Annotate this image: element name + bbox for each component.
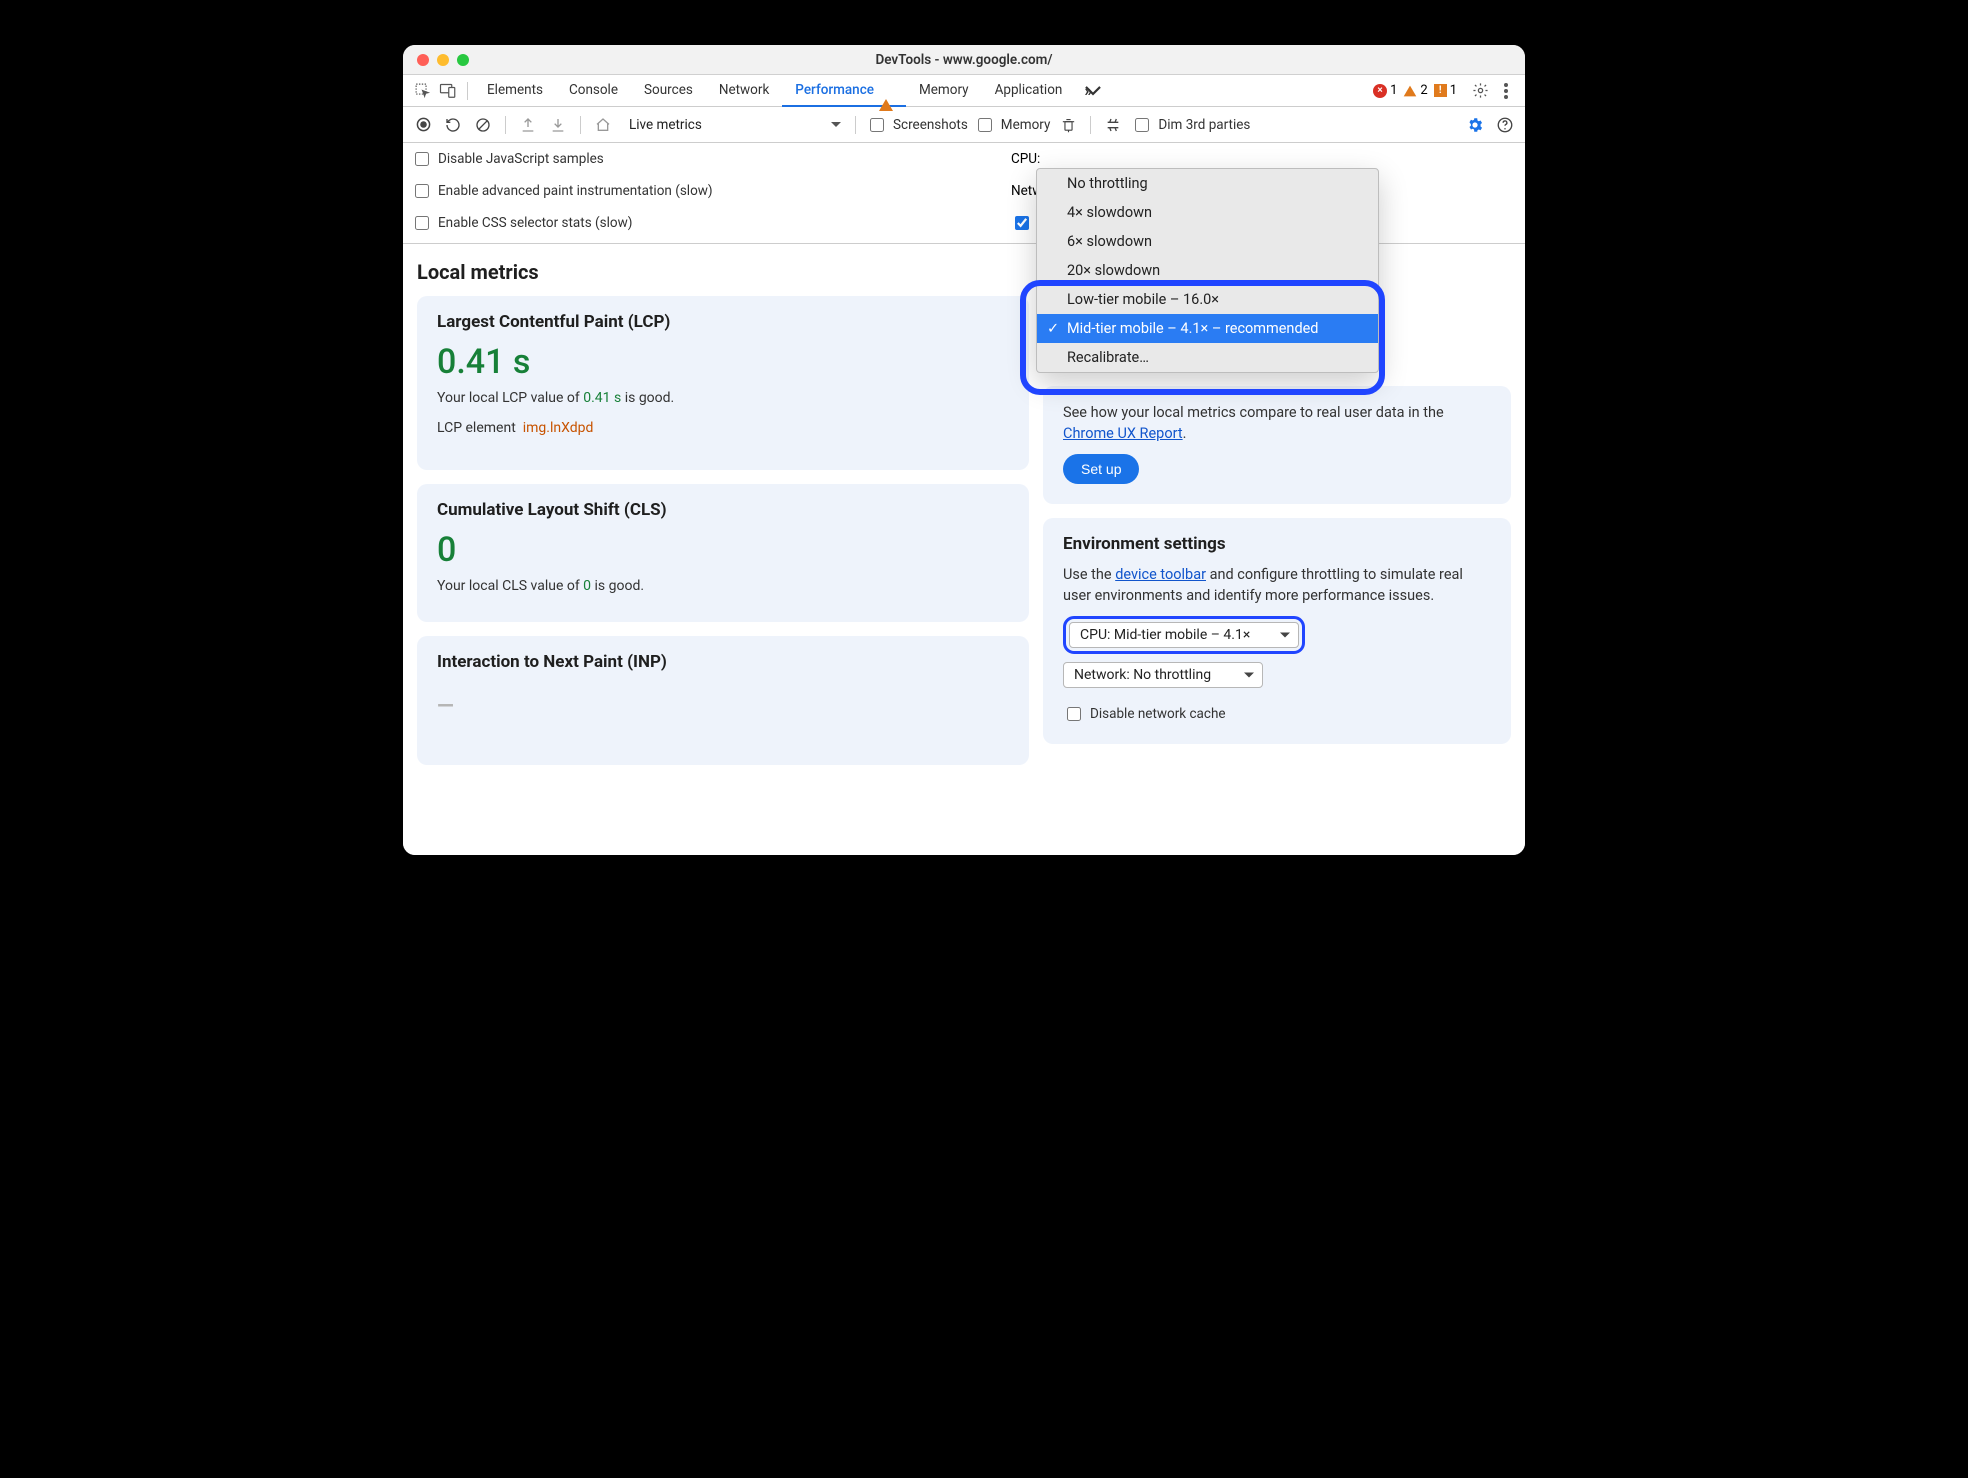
tab-sources[interactable]: Sources	[631, 75, 706, 107]
chrome-ux-report-link[interactable]: Chrome UX Report	[1063, 425, 1183, 442]
tab-performance[interactable]: Performance	[782, 75, 906, 107]
upload-icon[interactable]	[516, 113, 540, 137]
dd-item-4x[interactable]: 4× slowdown	[1037, 198, 1378, 227]
environment-settings-copy: Use the device toolbar and configure thr…	[1063, 564, 1491, 606]
more-menu-icon[interactable]	[1493, 78, 1519, 104]
issue-icon: !	[1434, 84, 1447, 97]
lcp-element[interactable]: LCP element img.lnXdpd	[437, 420, 1009, 436]
settings-gear-icon[interactable]	[1467, 78, 1493, 104]
tab-network[interactable]: Network	[706, 75, 782, 107]
tab-console[interactable]: Console	[556, 75, 631, 107]
memory-checkbox[interactable]: Memory	[974, 115, 1051, 135]
help-icon[interactable]	[1493, 113, 1517, 137]
view-select[interactable]: Live metrics	[625, 114, 845, 136]
home-icon[interactable]	[591, 113, 615, 137]
disable-network-cache-checkbox[interactable]: Disable network cache	[1063, 704, 1491, 724]
environment-settings-card: Environment settings Use the device tool…	[1043, 518, 1511, 744]
screenshots-checkbox[interactable]: Screenshots	[866, 115, 968, 135]
download-icon[interactable]	[546, 113, 570, 137]
cpu-select-highlight: CPU: Mid-tier mobile – 4.1×	[1063, 616, 1305, 654]
warning-icon	[879, 83, 893, 111]
minimize-icon[interactable]	[437, 54, 449, 66]
inp-value-empty: —	[437, 694, 1009, 719]
layout-icon[interactable]	[1101, 113, 1125, 137]
tab-elements[interactable]: Elements	[474, 75, 556, 107]
dd-item-recalibrate[interactable]: Recalibrate…	[1037, 343, 1378, 372]
cpu-throttling-select[interactable]: CPU: Mid-tier mobile – 4.1×	[1069, 622, 1299, 648]
inp-card: Interaction to Next Paint (INP) —	[417, 636, 1029, 765]
performance-toolbar: Live metrics Screenshots Memory Dim 3rd …	[403, 107, 1525, 143]
cls-description: Your local CLS value of 0 is good.	[437, 578, 1009, 594]
dd-item-20x[interactable]: 20× slowdown	[1037, 256, 1378, 285]
crx-promo-text: See how your local metrics compare to re…	[1063, 402, 1491, 444]
inspect-icon[interactable]	[409, 78, 435, 104]
enable-css-selector-stats-checkbox[interactable]: Enable CSS selector stats (slow)	[411, 211, 951, 235]
error-icon: ×	[1373, 84, 1387, 98]
maximize-icon[interactable]	[457, 54, 469, 66]
gc-icon[interactable]	[1056, 113, 1080, 137]
inp-title: Interaction to Next Paint (INP)	[437, 652, 1009, 672]
setup-button[interactable]: Set up	[1063, 454, 1139, 484]
panel-settings-gear-icon[interactable]	[1463, 113, 1487, 137]
environment-settings-title: Environment settings	[1063, 534, 1491, 554]
cls-title: Cumulative Layout Shift (CLS)	[437, 500, 1009, 520]
clear-icon[interactable]	[471, 113, 495, 137]
lcp-description: Your local LCP value of 0.41 s is good.	[437, 390, 1009, 406]
dd-item-mid-tier[interactable]: Mid-tier mobile – 4.1× – recommended	[1037, 314, 1378, 343]
tabstrip: Elements Console Sources Network Perform…	[403, 75, 1525, 107]
cls-value: 0	[437, 530, 1009, 570]
reload-icon[interactable]	[441, 113, 465, 137]
crx-promo-card: See how your local metrics compare to re…	[1043, 386, 1511, 504]
more-tabs-icon[interactable]: »	[1075, 78, 1101, 104]
lcp-value: 0.41 s	[437, 342, 1009, 382]
status-badges[interactable]: ×1 2 !1	[1373, 83, 1457, 98]
dd-item-no-throttling[interactable]: No throttling	[1037, 169, 1378, 198]
close-icon[interactable]	[417, 54, 429, 66]
dd-item-low-tier[interactable]: Low-tier mobile – 16.0×	[1037, 285, 1378, 314]
cls-card: Cumulative Layout Shift (CLS) 0 Your loc…	[417, 484, 1029, 622]
tab-memory[interactable]: Memory	[906, 75, 982, 107]
cpu-throttling-dropdown[interactable]: No throttling 4× slowdown 6× slowdown 20…	[1036, 168, 1379, 373]
enable-advanced-paint-checkbox[interactable]: Enable advanced paint instrumentation (s…	[411, 179, 951, 203]
tab-application[interactable]: Application	[982, 75, 1076, 107]
record-icon[interactable]	[411, 113, 435, 137]
lcp-title: Largest Contentful Paint (LCP)	[437, 312, 1009, 332]
device-toolbar-icon[interactable]	[435, 78, 461, 104]
local-metrics-heading: Local metrics	[417, 260, 1029, 284]
dd-item-6x[interactable]: 6× slowdown	[1037, 227, 1378, 256]
window-title: DevTools - www.google.com/	[403, 52, 1525, 68]
device-toolbar-link[interactable]: device toolbar	[1115, 566, 1206, 583]
network-throttling-select[interactable]: Network: No throttling	[1063, 662, 1263, 688]
lcp-card: Largest Contentful Paint (LCP) 0.41 s Yo…	[417, 296, 1029, 470]
dim3p-checkbox[interactable]: Dim 3rd parties	[1131, 115, 1250, 135]
disable-js-samples-checkbox[interactable]: Disable JavaScript samples	[411, 147, 951, 171]
warning-icon	[1404, 85, 1417, 96]
titlebar: DevTools - www.google.com/	[403, 45, 1525, 75]
